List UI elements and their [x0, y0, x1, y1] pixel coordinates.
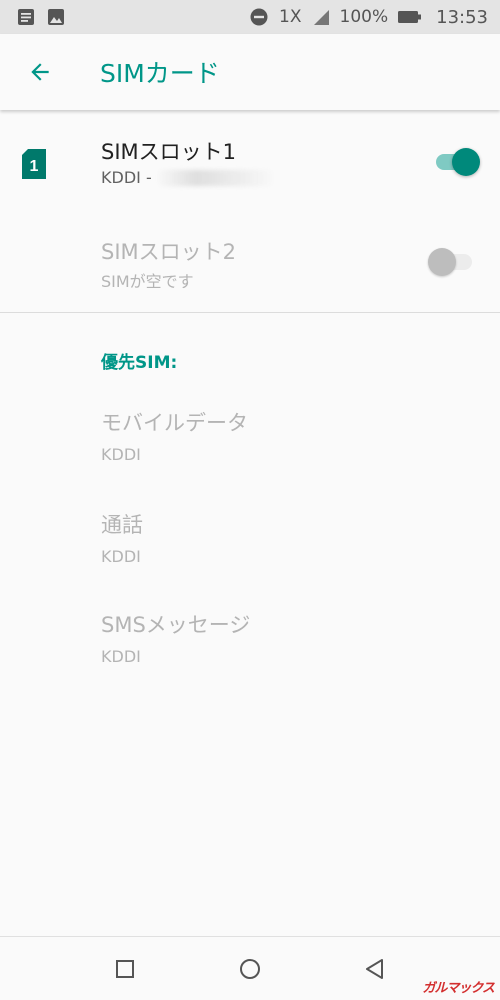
redacted-number: [155, 169, 276, 186]
back-arrow-icon: [31, 63, 49, 81]
sim-slot-1-carrier: KDDI -: [101, 168, 276, 187]
home-button[interactable]: [232, 951, 268, 987]
pref-mobile-data-value: KDDI: [101, 445, 141, 464]
divider: [0, 312, 500, 313]
sim-slot-2-status: SIMが空です: [101, 272, 194, 291]
toggle-knob: [452, 148, 480, 176]
back-button[interactable]: [12, 44, 68, 100]
sim-slot-1-label: SIMスロット1: [101, 140, 237, 164]
watermark-logo: ガルマックス: [422, 981, 495, 996]
sim-card-icon: 1: [22, 149, 46, 179]
network-type: 1X: [279, 7, 302, 27]
dnd-icon: [249, 7, 269, 27]
battery-icon: [398, 10, 422, 24]
sim-slot-1-toggle[interactable]: [436, 148, 480, 176]
app-bar: SIMカード: [0, 34, 500, 110]
toggle-knob: [428, 248, 456, 276]
pref-sms[interactable]: SMSメッセージ KDDI: [101, 609, 481, 666]
pref-calls[interactable]: 通話 KDDI: [101, 509, 481, 566]
signal-icon: [312, 8, 330, 26]
pref-mobile-data-title: モバイルデータ: [101, 411, 248, 435]
recents-button[interactable]: [107, 951, 143, 987]
sim-card-number: 1: [30, 158, 39, 175]
pref-calls-value: KDDI: [101, 547, 141, 566]
preferred-sim-header: 優先SIM:: [101, 353, 178, 373]
sim-slot-1-row[interactable]: 1 SIMスロット1 KDDI -: [0, 112, 500, 212]
notification-icon: [16, 7, 36, 27]
navigation-bar: ガルマックス: [0, 936, 500, 1000]
home-icon: [240, 959, 260, 979]
back-nav-icon: [366, 959, 383, 979]
pref-sms-title: SMSメッセージ: [101, 613, 251, 637]
sim-slot-2-toggle[interactable]: [428, 248, 472, 276]
clock: 13:53: [436, 6, 488, 28]
status-bar: 1X 100% 13:53: [0, 0, 500, 34]
pref-calls-title: 通話: [101, 513, 143, 537]
image-icon: [46, 7, 66, 27]
back-nav-button[interactable]: [357, 951, 393, 987]
sim-slot-1-carrier-text: KDDI -: [101, 168, 152, 187]
sim-slot-2-label: SIMスロット2: [101, 240, 237, 264]
sim-slot-2-row[interactable]: SIMスロット2 SIMが空です: [0, 212, 500, 312]
page-title: SIMカード: [100, 59, 220, 88]
pref-mobile-data[interactable]: モバイルデータ KDDI: [101, 407, 481, 464]
battery-percent: 100%: [339, 7, 389, 27]
pref-sms-value: KDDI: [101, 647, 141, 666]
recents-icon: [116, 960, 134, 978]
